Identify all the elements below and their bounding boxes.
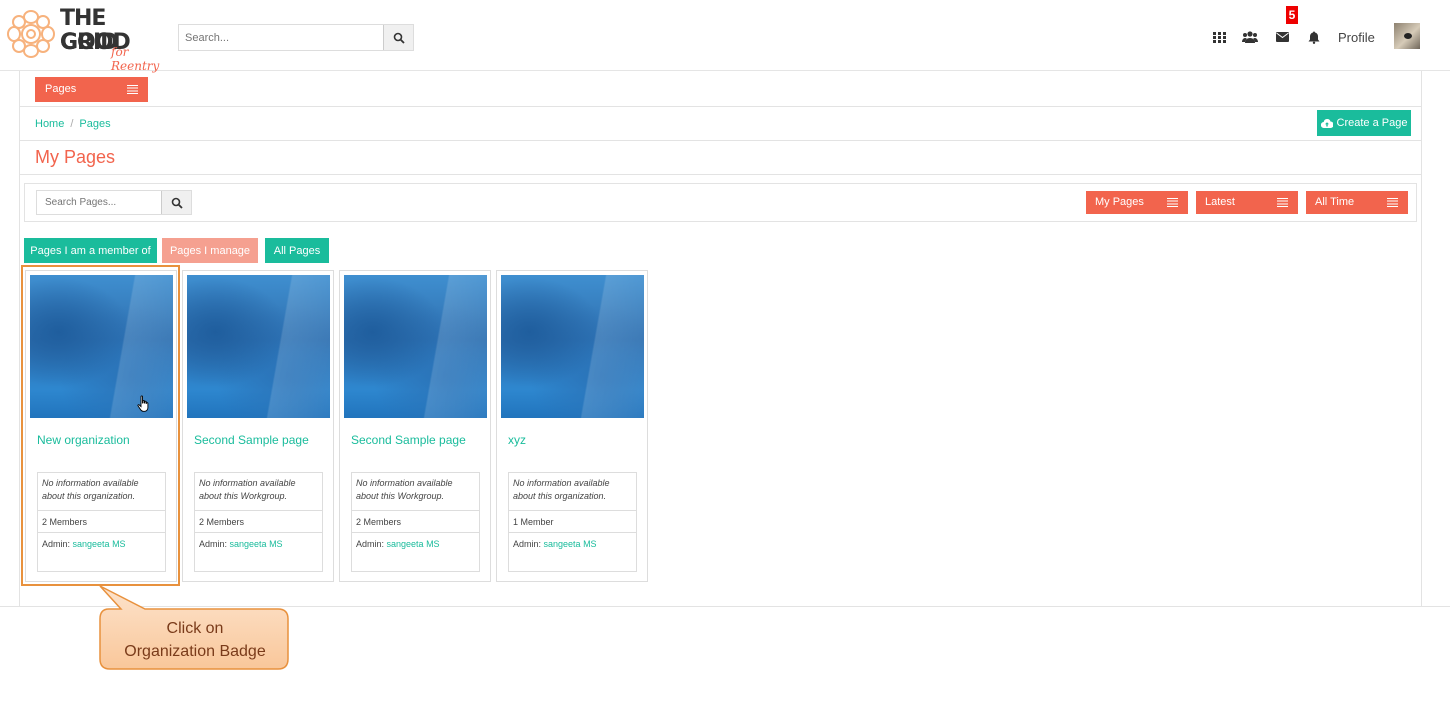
logo-line2: GRID [60, 30, 118, 55]
page-card-info: No information available about this orga… [508, 472, 637, 572]
dropdown-label: Latest [1205, 196, 1235, 208]
page-title: My Pages [35, 147, 116, 167]
avatar[interactable] [1394, 23, 1420, 49]
menu-icon [1167, 198, 1178, 207]
global-search [178, 24, 414, 51]
page-card-description: No information available about this Work… [195, 473, 322, 511]
search-icon [393, 32, 405, 44]
latest-dropdown[interactable]: Latest [1196, 191, 1298, 214]
breadcrumb-separator: / [70, 118, 74, 130]
content-border-left [19, 71, 20, 607]
content-border-right [1421, 71, 1422, 607]
breadcrumb: Home / Pages [35, 118, 111, 130]
cloud-upload-icon [1320, 118, 1333, 128]
highlight-box [21, 265, 180, 586]
menu-icon [127, 85, 138, 94]
page-card[interactable]: Second Sample page No information availa… [339, 270, 491, 582]
callout-line1: Click on [166, 620, 224, 637]
menu-icon [1277, 198, 1288, 207]
global-search-button[interactable] [383, 25, 413, 50]
page-card[interactable]: Second Sample page No information availa… [182, 270, 334, 582]
page-card-title[interactable]: Second Sample page [351, 433, 466, 447]
page-card-members: 2 Members [352, 511, 479, 533]
page-card-image[interactable] [187, 275, 330, 418]
logo-tagline: for Reentry [111, 45, 160, 73]
my-pages-dropdown[interactable]: My Pages [1086, 191, 1188, 214]
page-card[interactable]: xyz No information available about this … [496, 270, 648, 582]
page-card-admin: Admin: sangeeta MS [352, 533, 479, 555]
profile-link[interactable]: Profile [1338, 30, 1375, 45]
dropdown-label: All Time [1315, 196, 1355, 208]
pages-search-input[interactable] [37, 191, 161, 214]
envelope-icon[interactable] [1272, 27, 1292, 47]
admin-label: Admin: [199, 539, 228, 549]
users-icon[interactable] [1240, 27, 1260, 47]
message-count-badge: 5 [1286, 6, 1298, 24]
breadcrumb-pages[interactable]: Pages [79, 118, 110, 130]
create-page-label: Create a Page [1336, 117, 1408, 129]
bell-icon[interactable] [1304, 27, 1324, 47]
page-card-info: No information available about this Work… [194, 472, 323, 572]
page-card-members: 1 Member [509, 511, 636, 533]
page-card-info: No information available about this Work… [351, 472, 480, 572]
top-navbar: THE GOOD GRID for Reentry 5 Profile [0, 0, 1450, 73]
pages-menu-label: Pages [45, 83, 77, 95]
global-search-input[interactable] [179, 25, 383, 50]
grid-icon[interactable] [1209, 27, 1229, 47]
pages-menu-button[interactable]: Pages [35, 77, 148, 102]
divider [19, 140, 1422, 141]
page-card-admin: Admin: sangeeta MS [509, 533, 636, 555]
site-logo[interactable]: THE GOOD GRID for Reentry [4, 5, 174, 73]
admin-label: Admin: [356, 539, 385, 549]
hand-cursor-icon [137, 395, 149, 412]
page-card-title[interactable]: xyz [508, 433, 526, 447]
search-icon [171, 197, 183, 209]
breadcrumb-home[interactable]: Home [35, 118, 64, 130]
page-card-members: 2 Members [195, 511, 322, 533]
all-time-dropdown[interactable]: All Time [1306, 191, 1408, 214]
admin-label: Admin: [513, 539, 542, 549]
admin-link[interactable]: sangeeta MS [230, 539, 283, 549]
page-card-image[interactable] [501, 275, 644, 418]
callout-text: Click on Organization Badge [102, 617, 288, 663]
divider [19, 106, 1422, 107]
pages-search-button[interactable] [161, 191, 191, 214]
create-page-button[interactable]: Create a Page [1317, 110, 1411, 136]
menu-icon [1387, 198, 1398, 207]
admin-link[interactable]: sangeeta MS [544, 539, 597, 549]
page-card-admin: Admin: sangeeta MS [195, 533, 322, 555]
page-card-image[interactable] [344, 275, 487, 418]
page-card-description: No information available about this Work… [352, 473, 479, 511]
divider [19, 174, 1422, 175]
dropdown-label: My Pages [1095, 196, 1144, 208]
tab-pages-i-manage[interactable]: Pages I manage [162, 238, 258, 263]
tab-all-pages[interactable]: All Pages [265, 238, 329, 263]
admin-link[interactable]: sangeeta MS [387, 539, 440, 549]
tab-pages-member-of[interactable]: Pages I am a member of [24, 238, 157, 263]
pages-search [36, 190, 192, 215]
callout-line2: Organization Badge [124, 643, 266, 660]
page-card-description: No information available about this orga… [509, 473, 636, 511]
page-card-title[interactable]: Second Sample page [194, 433, 309, 447]
